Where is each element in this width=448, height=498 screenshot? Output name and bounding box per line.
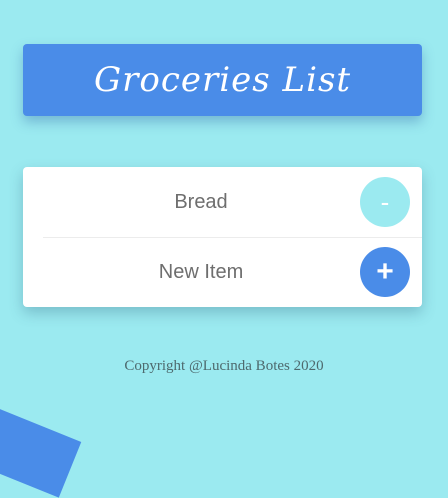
list-item: Bread -: [23, 167, 422, 237]
corner-decoration: [0, 397, 82, 498]
list-item-label: Bread: [174, 191, 228, 213]
new-item-row: +: [23, 237, 422, 307]
copyright-text: Copyright @Lucinda Botes 2020: [124, 358, 324, 374]
add-item-button[interactable]: +: [360, 247, 410, 297]
remove-item-button[interactable]: -: [360, 177, 410, 227]
app-header: Groceries List: [23, 44, 422, 116]
new-item-input[interactable]: [23, 237, 379, 307]
grocery-list-card: Bread - +: [23, 167, 422, 307]
app-title: Groceries List: [93, 60, 352, 100]
